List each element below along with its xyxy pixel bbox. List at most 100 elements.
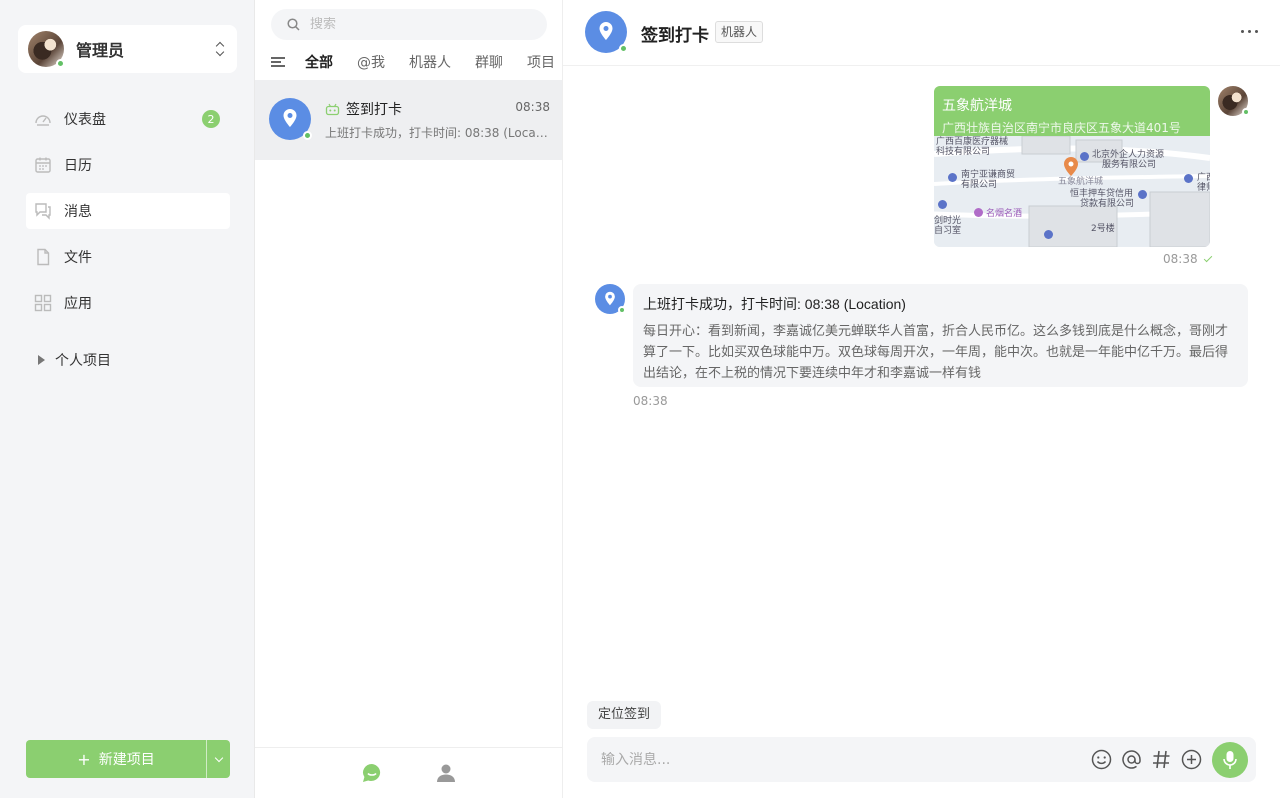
message-body: 每日开心：看到新闻，李嘉诚亿美元蝉联华人首富，折合人民币亿。这么多钱到底是什么概… [643,324,1229,381]
quick-action-checkin[interactable]: 定位签到 [587,701,662,729]
search-icon [287,18,300,31]
conversation-preview: 上班打卡成功，打卡时间: 08:38 (Location) [325,126,551,140]
main-nav: 仪表盘 2 日历 消息 文件 应用 [26,101,230,331]
conversation-name: 签到打卡 [346,102,402,118]
new-project-group: + 新建项目 [26,740,230,778]
message-input[interactable] [601,751,1090,768]
location-pin-icon [283,109,297,127]
chat-header: 签到打卡 机器人 [563,0,1280,66]
robot-icon [325,103,340,115]
nav-label: 应用 [64,296,92,312]
voice-button[interactable] [1212,741,1248,778]
message-time: 08:38 [1163,252,1198,266]
location-header: 五象航洋城 广西壮族自治区南宁市良庆区五象大道401号 [934,86,1210,136]
add-icon[interactable] [1180,749,1202,771]
personal-projects-label: 个人项目 [55,353,111,369]
conversation-title: 签到打卡 [325,99,402,119]
location-map: 广西百康医疗器械 科技有限公司 北京外企人力资源 服务有限公司 南宁亚谦商贸 有… [934,136,1210,247]
new-project-button[interactable]: + 新建项目 [26,740,206,778]
online-indicator [618,306,626,314]
plus-icon: + [77,749,91,769]
online-indicator [1242,108,1250,116]
map-label: 自习室 [934,226,962,236]
dashboard-icon [35,115,51,126]
nav-item-dashboard[interactable]: 仪表盘 2 [26,101,230,137]
contacts-icon[interactable] [435,762,457,784]
online-indicator [303,131,312,140]
conversation-item[interactable]: 签到打卡 08:38 上班打卡成功，打卡时间: 08:38 (Location) [255,80,562,160]
search-box [271,9,547,40]
sender-avatar[interactable] [1218,86,1250,116]
nav-item-apps[interactable]: 应用 [26,285,230,321]
personal-projects-toggle[interactable]: 个人项目 [38,350,111,370]
sidebar: 管理员 仪表盘 2 日历 消息 文件 应用 个人项目 + 新建项目 [0,0,255,798]
map-label: 科技有限公司 [936,147,991,157]
nav-label: 文件 [64,250,92,266]
chat-title: 签到打卡 [641,26,709,46]
message-bubble: 上班打卡成功，打卡时间: 08:38 (Location) 每日开心：看到新闻，… [633,284,1248,387]
online-indicator [619,44,628,53]
bot-avatar [269,98,312,140]
map-poi-icon [1138,190,1147,199]
nav-label: 日历 [64,158,92,174]
map-label: 律师 [1197,183,1210,193]
message-icon [35,203,51,220]
message-bot-avatar[interactable] [595,284,626,314]
map-poi-icon [948,173,957,182]
microphone-icon [1223,750,1237,769]
tab-all[interactable]: 全部 [305,52,333,72]
user-name: 管理员 [76,41,125,60]
calendar-icon [35,157,51,173]
location-card[interactable]: 五象航洋城 广西壮族自治区南宁市良庆区五象大道401号 广西百康医疗器械 科技有… [934,86,1210,247]
nav-item-messages[interactable]: 消息 [26,193,230,229]
map-poi-icon [938,200,947,209]
emoji-icon[interactable] [1090,749,1112,771]
location-pin-icon [599,22,613,40]
chat-bot-avatar[interactable] [585,11,628,53]
chevron-down-icon [214,753,223,762]
conversation-time: 08:38 [515,100,550,114]
tab-mentions[interactable]: @我 [357,52,385,72]
online-indicator [56,59,65,68]
new-project-label: 新建项目 [98,752,155,768]
message-input-bar [587,737,1256,782]
tab-bots[interactable]: 机器人 [409,52,451,72]
map-poi-icon [974,208,983,217]
conversation-footer [255,747,562,798]
conversation-panel: 全部 @我 机器人 群聊 项目 签到打卡 08:38 上班打卡成功，打卡时间: … [255,0,563,798]
conversation-tabs: 全部 @我 机器人 群聊 项目 [271,51,555,73]
map-label: 名烟名酒 [986,209,1023,219]
message-title: 上班打卡成功，打卡时间: 08:38 (Location) [643,296,906,312]
user-avatar [28,31,65,68]
nav-item-files[interactable]: 文件 [26,239,230,275]
new-project-dropdown-button[interactable] [206,740,230,778]
map-poi-icon [1044,230,1053,239]
hashtag-icon[interactable] [1150,749,1172,771]
bot-tag: 机器人 [715,21,764,43]
message-meta: 08:38 [1163,252,1212,266]
notification-badge: 2 [202,110,220,128]
location-name: 五象航洋城 [942,98,1012,114]
nav-item-calendar[interactable]: 日历 [26,147,230,183]
mention-icon[interactable] [1120,749,1142,771]
tab-projects[interactable]: 项目 [527,52,555,72]
nav-label: 仪表盘 [64,112,106,128]
map-poi-icon [1080,152,1089,161]
chat-bubble-icon[interactable] [361,762,383,784]
tab-groups[interactable]: 群聊 [475,52,503,72]
map-label: 服务有限公司 [1102,160,1157,170]
chevron-updown-icon [215,40,225,58]
more-options-icon[interactable] [1241,30,1258,33]
caret-right-icon [38,355,45,365]
map-label: 贷款有限公司 [1080,199,1135,209]
chat-area: 签到打卡 机器人 五象航洋城 广西壮族自治区南宁市良庆区五象大道401号 广西百… [563,0,1280,798]
file-icon [37,248,50,266]
user-switcher[interactable]: 管理员 [18,25,237,73]
apps-icon [34,294,52,312]
map-label: 有限公司 [961,180,998,190]
location-pin-icon [605,291,615,306]
search-input[interactable] [310,17,510,32]
map-poi-icon [1184,174,1193,183]
filter-menu-icon[interactable] [271,57,285,67]
read-check-icon [1203,253,1212,263]
